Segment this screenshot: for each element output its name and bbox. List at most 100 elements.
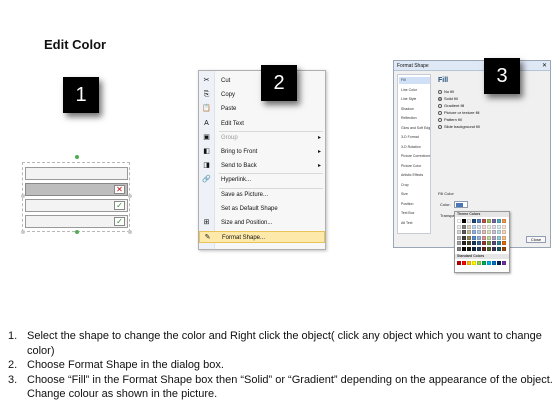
color-swatch[interactable] bbox=[482, 224, 486, 229]
color-swatch[interactable] bbox=[462, 247, 466, 251]
color-swatch[interactable] bbox=[482, 219, 486, 223]
nav-item-artistic-effects[interactable]: Artistic Effects bbox=[399, 172, 430, 179]
menu-item-save-as-picture[interactable]: Save as Picture... bbox=[199, 189, 325, 201]
color-swatch[interactable] bbox=[482, 241, 486, 246]
color-swatch[interactable] bbox=[467, 219, 471, 223]
color-swatch[interactable] bbox=[477, 241, 481, 246]
nav-item-fill[interactable]: Fill bbox=[399, 77, 430, 84]
nav-item-picture-corrections[interactable]: Picture Corrections bbox=[399, 153, 430, 160]
radio-button[interactable] bbox=[438, 96, 442, 101]
color-swatch[interactable] bbox=[497, 247, 501, 251]
color-swatch[interactable] bbox=[462, 261, 466, 265]
color-swatch[interactable] bbox=[492, 219, 496, 223]
menu-item-edit-text[interactable]: A Edit Text bbox=[199, 118, 325, 130]
color-swatch[interactable] bbox=[487, 224, 491, 229]
color-swatch[interactable] bbox=[467, 261, 471, 265]
menu-item-bring-to-front[interactable]: ◧ Bring to Front ▸ bbox=[199, 146, 325, 158]
color-swatch[interactable] bbox=[502, 235, 506, 240]
color-swatch[interactable] bbox=[467, 247, 471, 251]
color-swatch[interactable] bbox=[457, 219, 461, 223]
color-swatch[interactable] bbox=[472, 224, 476, 229]
color-swatch[interactable] bbox=[472, 247, 476, 251]
menu-item-hyperlink[interactable]: 🔗 Hyperlink... bbox=[199, 174, 325, 186]
menu-item-size-and-position[interactable]: ⊞ Size and Position... bbox=[199, 217, 325, 229]
shape-bar-1[interactable] bbox=[25, 167, 128, 180]
color-swatch[interactable] bbox=[477, 261, 481, 265]
radio-button[interactable] bbox=[438, 124, 442, 129]
color-swatch[interactable] bbox=[482, 247, 486, 251]
close-icon[interactable]: ✕ bbox=[542, 62, 547, 70]
nav-item-glow-and-soft-edges[interactable]: Glow and Soft Edges bbox=[399, 125, 430, 132]
radio-button[interactable] bbox=[438, 89, 442, 94]
rotate-handle[interactable] bbox=[75, 155, 79, 159]
color-swatch[interactable] bbox=[477, 224, 481, 229]
color-swatch[interactable] bbox=[472, 230, 476, 235]
fill-option-gradient-fill[interactable]: Gradient fill bbox=[438, 103, 464, 109]
color-swatch[interactable] bbox=[457, 261, 461, 265]
color-swatch[interactable] bbox=[487, 235, 491, 240]
fill-option-picture-or-texture-fill[interactable]: Picture or texture fill bbox=[438, 110, 479, 116]
shape-bar-2[interactable]: ✕ bbox=[25, 183, 128, 196]
color-swatch[interactable] bbox=[472, 235, 476, 240]
nav-item-position[interactable]: Position bbox=[399, 201, 430, 208]
resize-handle-bottom-left[interactable] bbox=[21, 230, 25, 234]
resize-handle-bottom[interactable] bbox=[75, 230, 79, 234]
color-swatch[interactable] bbox=[492, 241, 496, 246]
color-swatch[interactable] bbox=[477, 230, 481, 235]
color-swatch[interactable] bbox=[497, 224, 501, 229]
fill-option-pattern-fill[interactable]: Pattern fill bbox=[438, 117, 462, 123]
color-swatch[interactable] bbox=[462, 235, 466, 240]
radio-button[interactable] bbox=[438, 103, 442, 108]
nav-item-shadow[interactable]: Shadow bbox=[399, 106, 430, 113]
color-swatch[interactable] bbox=[477, 235, 481, 240]
color-swatch[interactable] bbox=[497, 219, 501, 223]
color-swatch[interactable] bbox=[492, 224, 496, 229]
color-swatch[interactable] bbox=[502, 219, 506, 223]
color-swatch[interactable] bbox=[467, 230, 471, 235]
color-swatch[interactable] bbox=[497, 230, 501, 235]
color-swatch[interactable] bbox=[482, 235, 486, 240]
nav-item-line-style[interactable]: Line Style bbox=[399, 96, 430, 103]
nav-item-alt-text[interactable]: Alt Text bbox=[399, 220, 430, 227]
color-swatch[interactable] bbox=[477, 219, 481, 223]
color-swatch[interactable] bbox=[497, 261, 501, 265]
color-swatch[interactable] bbox=[462, 224, 466, 229]
nav-item-3-d-rotation[interactable]: 3-D Rotation bbox=[399, 144, 430, 151]
color-swatch[interactable] bbox=[457, 230, 461, 235]
color-picker-button[interactable] bbox=[454, 201, 468, 208]
color-swatch[interactable] bbox=[502, 261, 506, 265]
color-swatch[interactable] bbox=[482, 261, 486, 265]
color-swatch[interactable] bbox=[472, 219, 476, 223]
radio-button[interactable] bbox=[438, 117, 442, 122]
shape-diagram[interactable]: ✕ ✓ ✓ bbox=[20, 155, 135, 235]
color-swatch[interactable] bbox=[462, 219, 466, 223]
shape-bar-4[interactable]: ✓ bbox=[25, 215, 128, 228]
nav-item-text-box[interactable]: Text Box bbox=[399, 210, 430, 217]
resize-handle-bottom-right[interactable] bbox=[128, 230, 132, 234]
color-swatch[interactable] bbox=[502, 230, 506, 235]
color-swatch[interactable] bbox=[487, 230, 491, 235]
color-swatch[interactable] bbox=[457, 247, 461, 251]
menu-item-format-shape[interactable]: ✎ Format Shape... bbox=[199, 231, 325, 244]
close-button[interactable]: Close bbox=[526, 236, 546, 243]
resize-handle-right[interactable] bbox=[128, 194, 132, 198]
color-swatch[interactable] bbox=[492, 261, 496, 265]
fill-option-solid-fill[interactable]: Solid fill bbox=[438, 96, 458, 102]
menu-item-send-to-back[interactable]: ◨ Send to Back ▸ bbox=[199, 160, 325, 172]
menu-item-set-as-default-shape[interactable]: Set as Default Shape bbox=[199, 203, 325, 215]
color-swatch[interactable] bbox=[497, 241, 501, 246]
color-swatch[interactable] bbox=[502, 224, 506, 229]
color-swatch[interactable] bbox=[482, 230, 486, 235]
color-swatch[interactable] bbox=[487, 261, 491, 265]
color-swatch[interactable] bbox=[502, 241, 506, 246]
color-swatch[interactable] bbox=[467, 235, 471, 240]
color-swatch[interactable] bbox=[457, 224, 461, 229]
color-swatch[interactable] bbox=[487, 247, 491, 251]
fill-option-no-fill[interactable]: No fill bbox=[438, 89, 454, 95]
color-swatch[interactable] bbox=[487, 241, 491, 246]
color-swatch[interactable] bbox=[457, 235, 461, 240]
nav-item-reflection[interactable]: Reflection bbox=[399, 115, 430, 122]
menu-item-paste[interactable]: 📋 Paste bbox=[199, 103, 325, 115]
color-swatch[interactable] bbox=[467, 224, 471, 229]
color-swatch[interactable] bbox=[467, 241, 471, 246]
